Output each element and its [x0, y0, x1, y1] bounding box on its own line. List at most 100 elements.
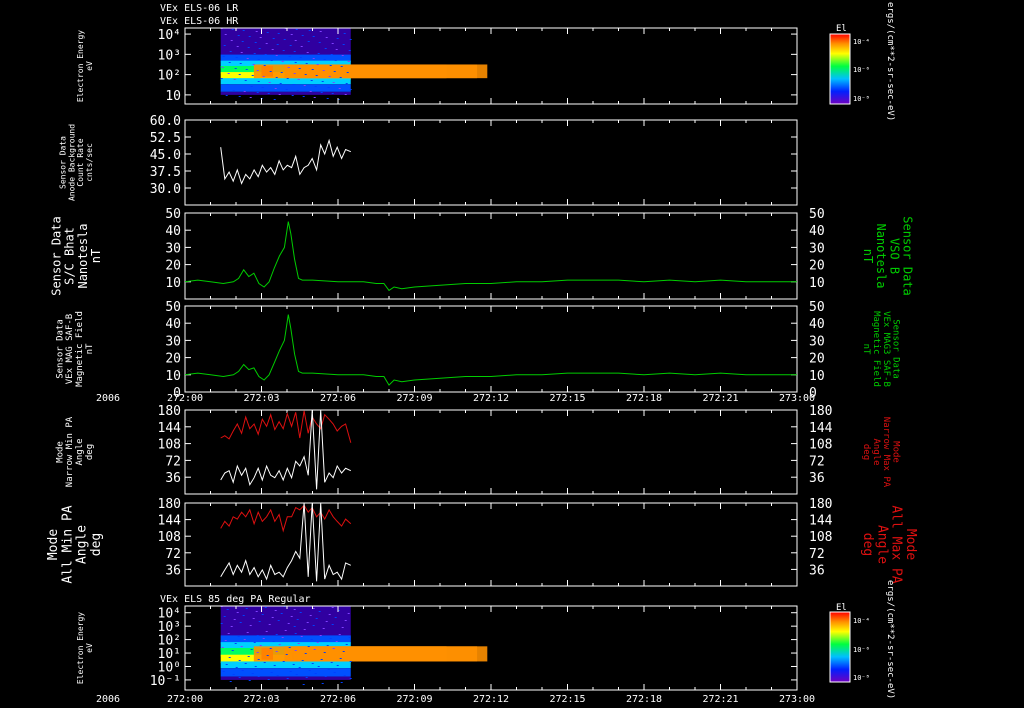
y-axis-label-line: All Min PA [60, 505, 75, 583]
y-axis-label-line: Sensor Data [59, 136, 68, 189]
y-tick-label-right: 30 [809, 334, 825, 349]
y-tick-label: 72 [165, 547, 181, 562]
spectrogram-speckle [300, 636, 303, 637]
bottom-panel-title: VEx ELS 85 deg PA Regular [160, 594, 311, 605]
time-tick-label: 272:03 [243, 694, 279, 705]
spectrogram-speckle [308, 670, 311, 671]
time-tick-label: 272:21 [702, 694, 738, 705]
spectrogram-speckle [298, 68, 301, 69]
spectrogram-speckle [325, 621, 328, 622]
spectrogram-speckle [295, 29, 298, 30]
spectrogram-warm-2 [294, 64, 488, 79]
spectrogram-speckle [252, 64, 255, 65]
spectrogram-speckle [263, 65, 266, 66]
spectrogram-speckle [285, 654, 288, 655]
right-axis-label-line: Narrow Max PA [881, 417, 891, 488]
spectrogram-speckle [274, 610, 277, 611]
spectrogram-speckle [275, 651, 278, 652]
y-tick-label-right: 144 [809, 514, 833, 529]
spectrogram-speckle [237, 35, 240, 36]
spectrogram-speckle [244, 80, 247, 81]
spectrogram-speckle [314, 673, 317, 674]
spectrogram-speckle [224, 34, 227, 35]
spectrogram-speckle [240, 52, 243, 53]
time-tick-label: 272:15 [549, 694, 585, 705]
spectrogram-speckle [261, 87, 264, 88]
spectrogram-speckle [222, 671, 225, 672]
spectrogram-speckle [234, 68, 237, 69]
spectrogram-speckle [297, 79, 300, 80]
spectrogram-speckle [272, 38, 275, 39]
spectrogram-speckle [301, 35, 304, 36]
right-axis-label-line: VEx MAG3 SAF-B [881, 311, 891, 387]
spectrogram-speckle [253, 642, 256, 643]
spectrogram-speckle [273, 665, 276, 666]
spectrogram-speckle [250, 649, 253, 650]
y-tick-label: 0 [173, 386, 181, 401]
spectrogram-speckle [294, 62, 297, 63]
spectrogram-speckle [266, 655, 269, 656]
spectrogram-speckle [304, 653, 307, 654]
spectrogram-speckle [310, 639, 313, 640]
spectrogram-speckle [284, 630, 287, 631]
spectrogram-speckle [336, 665, 339, 666]
colorbar-bottom-units: ergs/(cm**2-sr-sec-eV) [885, 580, 895, 699]
y-tick-label: 50 [165, 207, 181, 222]
spectrogram-speckle [256, 70, 259, 71]
spectrogram-speckle [259, 645, 262, 646]
y-tick-label-right: 144 [809, 421, 833, 436]
spectrogram-speckle [267, 93, 270, 94]
spectrogram-warm-2 [294, 646, 488, 662]
spectrogram-speckle [286, 678, 289, 679]
spectrogram-speckle [288, 56, 291, 57]
time-tick-label: 272:09 [396, 393, 432, 404]
spectrogram-speckle [226, 84, 229, 85]
y-tick-label: 52.5 [150, 131, 181, 146]
y-axis-label-line: S/C Bhat [63, 227, 77, 285]
y-axis-label-line: eV [85, 643, 94, 653]
spectrogram-speckle [330, 54, 333, 55]
spectrogram-speckle [278, 94, 281, 95]
y-axis-label-line: VEx MAG SAF-B [65, 314, 75, 384]
spectrogram-speckle [225, 664, 228, 665]
spectrogram-speckle [265, 631, 268, 632]
spectrogram-speckle [260, 669, 263, 670]
spectrogram-speckle [347, 61, 350, 62]
spectrogram-speckle [257, 659, 260, 660]
y-tick-label: 40 [165, 317, 181, 332]
spectrogram-speckle [320, 659, 323, 660]
time-tick-label: 272:21 [702, 393, 738, 404]
spectrogram-speckle [315, 618, 318, 619]
spectrogram-speckle [263, 662, 266, 663]
vex-els-summary-plot: VEx ELS-06 LR VEx ELS-06 HR VEx ELS 85 d… [0, 0, 1024, 708]
y-axis-label-line: eV [85, 61, 94, 71]
y-axis-label-line: cnts/sec [85, 143, 94, 182]
spectrogram-speckle [243, 639, 246, 640]
right-axis-label-line: All Max PA [889, 505, 904, 583]
colorbar-bottom-tick-1: 10⁻⁴ [853, 617, 870, 625]
y-tick-label: 60.0 [150, 114, 181, 129]
spectrogram-speckle [321, 683, 324, 684]
spectrogram-speckle [293, 51, 296, 52]
spectrogram-speckle [304, 74, 307, 75]
spectrogram-speckle [256, 652, 259, 653]
y-axis-label-line: Magnetic Field [75, 311, 85, 387]
spectrogram-speckle [334, 617, 337, 618]
header-line1: VEx ELS-06 LR [160, 3, 239, 14]
y-axis-label-line: Nanotesla [76, 223, 90, 288]
y-tick-label: 40 [165, 224, 181, 239]
spectrogram-speckle [254, 666, 257, 667]
spectrogram-speckle [251, 75, 254, 76]
spectrogram-speckle [250, 86, 253, 87]
spectrogram-speckle [272, 641, 275, 642]
spectrogram-speckle [329, 65, 332, 66]
spectrogram-speckle [221, 647, 224, 648]
spectrogram-speckle [319, 635, 322, 636]
spectrogram-speckle [302, 96, 305, 97]
spectrogram-speckle [317, 53, 320, 54]
colorbar-bottom-tick-2: 10⁻⁶ [853, 646, 870, 654]
spectrogram-speckle [258, 48, 261, 49]
time-tick-label: 272:12 [473, 393, 509, 404]
spectrogram-speckle [300, 46, 303, 47]
spectrogram-speckle [246, 58, 249, 59]
